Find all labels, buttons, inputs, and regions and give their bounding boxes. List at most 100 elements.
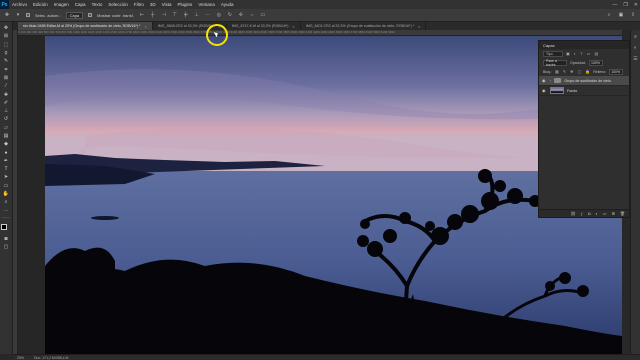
close-tab-icon[interactable]: × <box>144 24 146 29</box>
close-icon[interactable]: ✕ <box>634 2 638 8</box>
stamp-icon[interactable]: ⊥ <box>2 108 11 114</box>
filter-adjust-icon[interactable]: ◐ <box>574 51 576 56</box>
auto-select-checkbox[interactable] <box>26 13 30 17</box>
filter-smart-icon[interactable]: ▤ <box>594 51 598 56</box>
zoom-level[interactable]: 25% <box>17 356 24 360</box>
frame-icon[interactable]: ⊠ <box>2 75 11 81</box>
opacity-field[interactable]: 100% <box>588 59 603 66</box>
layers-panel-title[interactable]: Capas <box>539 41 629 49</box>
adjustments-dock-icon[interactable]: ◐ <box>634 45 637 51</box>
align-left-icon[interactable]: ⊢ <box>139 12 145 18</box>
3d-roll-icon[interactable]: ✢ <box>238 12 244 18</box>
document-image[interactable] <box>45 36 622 354</box>
filter-shape-icon[interactable]: ▭ <box>587 51 591 56</box>
tool-preset-chevron-icon[interactable]: ▾ <box>15 12 21 18</box>
3d-mode-icon[interactable]: ◎ <box>216 12 222 18</box>
blur-icon[interactable]: ◆ <box>2 141 11 147</box>
tab-document-4[interactable]: IMG_8401.CR2 al 33,3% (Grupo de sustituc… <box>301 22 427 30</box>
visibility-eye-icon[interactable]: ◉ <box>542 78 547 83</box>
healing-icon[interactable]: ✚ <box>2 91 11 98</box>
adjustment-layer-icon[interactable]: ◐ <box>595 211 597 216</box>
align-bottom-icon[interactable]: ⊥ <box>194 12 200 18</box>
move-icon[interactable]: ✥ <box>2 25 11 31</box>
share-icon[interactable]: ⇪ <box>630 12 636 18</box>
menu-ventana[interactable]: Ventana <box>195 2 218 7</box>
fx-icon[interactable]: ƒ <box>581 211 583 216</box>
lock-pixels-icon[interactable]: ▦ <box>555 69 559 74</box>
path-select-icon[interactable]: ➤ <box>2 174 11 180</box>
quick-mask-icon[interactable]: ◙ <box>2 236 11 242</box>
foreground-color[interactable] <box>1 223 7 230</box>
menu-vista[interactable]: Vista <box>159 2 175 7</box>
expand-chevron-icon[interactable]: › <box>550 78 551 83</box>
menu-capa[interactable]: Capa <box>72 2 89 7</box>
canvas-area[interactable] <box>18 36 622 354</box>
close-tab-icon[interactable]: × <box>418 24 420 29</box>
lasso-icon[interactable]: ϙ <box>2 50 11 56</box>
add-mask-icon[interactable]: ◘ <box>588 211 590 216</box>
more-tools-icon[interactable]: ⋯ <box>2 208 11 214</box>
delete-layer-icon[interactable]: 🗑 <box>620 211 625 216</box>
document-info[interactable]: Doc: 171,2 M/358,4 M <box>34 356 68 360</box>
lock-artboard-icon[interactable]: ▢ <box>577 69 581 74</box>
menu-plugins[interactable]: Plugins <box>175 2 196 7</box>
align-middle-icon[interactable]: ╪ <box>183 12 189 18</box>
move-tool-icon[interactable]: ✥ <box>4 12 10 18</box>
menu-3d[interactable]: 3D <box>147 2 159 7</box>
3d-rotate-icon[interactable]: ↻ <box>227 12 233 18</box>
restore-icon[interactable]: ❐ <box>623 2 627 8</box>
lock-move-icon[interactable]: ✥ <box>570 69 573 74</box>
brush-icon[interactable]: ✐ <box>2 100 11 106</box>
search-icon[interactable]: ⌕ <box>606 12 612 18</box>
fill-field[interactable]: 100% <box>609 68 624 75</box>
zoom-icon[interactable]: ⌕ <box>2 199 11 205</box>
3d-pan-icon[interactable]: ⇔ <box>249 12 255 18</box>
close-tab-icon[interactable]: × <box>292 24 294 29</box>
hand-icon[interactable]: ✋ <box>2 191 11 197</box>
layer-row-background[interactable]: ◉ Fondo <box>539 86 629 96</box>
history-brush-icon[interactable]: ↺ <box>2 116 11 122</box>
new-group-icon[interactable]: ▭ <box>603 211 607 216</box>
tab-document-1[interactable]: sin título-0495 Editar-M al 25% (Grupo d… <box>18 22 153 30</box>
screen-mode-icon[interactable]: ▢ <box>2 244 11 250</box>
more-options-icon[interactable]: ⋯ <box>205 12 211 18</box>
gradient-icon[interactable]: ▤ <box>2 133 11 139</box>
blend-mode-dropdown[interactable]: Pase a través <box>543 59 567 67</box>
menu-archivo[interactable]: Archivo <box>9 2 30 7</box>
tab-document-3[interactable]: IMG_8747-K.tif al 33,3% (RGB/16*) × <box>227 22 301 30</box>
menu-imagen[interactable]: Imagen <box>51 2 72 7</box>
align-right-icon[interactable]: ⊣ <box>161 12 167 18</box>
align-center-icon[interactable]: ┼ <box>150 12 156 18</box>
visibility-eye-icon[interactable]: ◉ <box>542 88 547 93</box>
artboard-icon[interactable]: ⊞ <box>2 33 11 39</box>
pen-icon[interactable]: ✒ <box>2 158 11 164</box>
photoshop-logo[interactable]: Ps <box>0 0 9 9</box>
menu-ayuda[interactable]: Ayuda <box>218 2 237 7</box>
align-top-icon[interactable]: ⊤ <box>172 12 178 18</box>
layer-filter-kind[interactable]: Tipo <box>543 50 563 57</box>
3d-slide-icon[interactable]: ▭ <box>260 12 266 18</box>
workspace-icon[interactable]: ▣ <box>618 12 624 18</box>
lock-all-icon[interactable]: 🔒 <box>585 69 590 74</box>
eraser-icon[interactable]: ▱ <box>2 125 11 131</box>
lock-paint-icon[interactable]: ✎ <box>563 69 566 74</box>
filter-type-icon[interactable]: T <box>580 51 582 56</box>
layer-row-group[interactable]: ◉ › Grupo de sustitución de cielo <box>539 76 629 86</box>
auto-select-dropdown[interactable]: Capa <box>65 11 84 19</box>
type-icon[interactable]: T <box>2 166 11 172</box>
quick-select-icon[interactable]: ✎ <box>2 58 11 64</box>
marquee-icon[interactable]: ⬚ <box>2 42 11 48</box>
new-layer-icon[interactable]: ⊞ <box>612 211 615 216</box>
color-swatches[interactable] <box>1 223 11 234</box>
layers-dock-icon[interactable]: ≡ <box>634 34 637 40</box>
eyedropper-icon[interactable]: ⁄ <box>2 83 11 89</box>
show-transform-checkbox[interactable] <box>88 13 93 17</box>
menu-edicion[interactable]: Edición <box>30 2 51 7</box>
menu-seleccion[interactable]: Selección <box>105 2 131 7</box>
crop-icon[interactable]: ⌗ <box>2 66 11 73</box>
dodge-icon[interactable]: ● <box>2 149 11 156</box>
link-layers-icon[interactable]: ⛓ <box>571 211 576 216</box>
menu-texto[interactable]: Texto <box>89 2 106 7</box>
shape-icon[interactable]: ▭ <box>2 183 11 189</box>
minimize-icon[interactable]: — <box>612 2 617 8</box>
